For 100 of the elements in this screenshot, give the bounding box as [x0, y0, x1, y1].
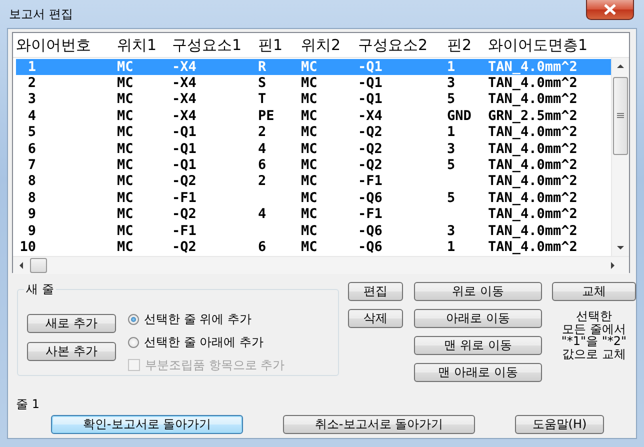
radio-button[interactable]: [128, 314, 139, 324]
table-cell: 7: [28, 158, 36, 174]
table-cell: 1: [447, 60, 456, 75]
radio-button[interactable]: [128, 336, 139, 348]
table-cell: -Q6: [358, 240, 382, 255]
replace-note: 선택한 모든 줄에서 "*1"을 "*2" 값으로 교체: [561, 310, 627, 360]
move-button[interactable]: 맨 아래로 이동: [414, 363, 542, 382]
replace-button[interactable]: 교체: [552, 282, 636, 301]
dialog-button[interactable]: 도움말(H): [515, 415, 604, 434]
table-cell: MC: [301, 158, 318, 174]
add-button[interactable]: 사본 추가: [27, 342, 116, 361]
table-cell: MC: [301, 174, 318, 190]
table-row[interactable]: 5 MC -Q1 2 MC -Q2 1 TAN_4.0mm^2: [16, 124, 611, 141]
horizontal-scrollbar[interactable]: [13, 256, 629, 274]
table-cell: -Q2: [358, 125, 382, 140]
table-cell: 1: [447, 240, 456, 255]
table-cell: 3: [28, 92, 36, 108]
scroll-thumb[interactable]: [613, 77, 628, 155]
table-cell: -Q1: [358, 60, 382, 75]
column-header[interactable]: 핀2: [447, 36, 472, 54]
dialog-button[interactable]: 확인-보고서로 돌아가기: [51, 415, 243, 434]
column-header[interactable]: 구성요소1: [172, 36, 242, 54]
table-cell: -Q2: [172, 207, 196, 222]
table-cell: T: [258, 92, 266, 108]
close-icon: [604, 4, 616, 15]
column-header[interactable]: 와이어번호: [16, 36, 91, 54]
option-label[interactable]: 선택한 줄 위에 추가: [144, 310, 252, 328]
table-cell: -F1: [358, 207, 382, 222]
table-cell: TAN_4.0mm^2: [488, 240, 578, 255]
table-cell: 5: [447, 92, 456, 108]
table-cell: MC: [301, 142, 318, 157]
table-cell: MC: [117, 60, 134, 75]
table-cell: 8: [28, 174, 36, 190]
table-cell: 4: [258, 142, 266, 157]
table-cell: 4: [258, 207, 266, 222]
table-cell: 3: [447, 142, 456, 157]
table-cell: -F1: [172, 190, 196, 206]
table-row[interactable]: 2 MC -X4 S MC -Q1 3 TAN_4.0mm^2: [16, 75, 611, 92]
scroll-thumb[interactable]: [30, 258, 47, 273]
table-cell: -F1: [172, 224, 196, 239]
table-cell: R: [258, 60, 266, 75]
table-row[interactable]: 9 MC -Q2 4 MC -F1 TAN_4.0mm^2: [16, 206, 611, 223]
grip-icon[interactable]: [617, 113, 624, 118]
up-arrow-icon[interactable]: [617, 64, 624, 68]
table-cell: -Q6: [358, 190, 382, 206]
vertical-scrollbar[interactable]: [611, 58, 629, 256]
table-cell: 6: [258, 158, 266, 174]
column-header[interactable]: 구성요소2: [358, 36, 428, 54]
table-cell: MC: [301, 207, 318, 222]
table-cell: MC: [117, 92, 134, 108]
status-text: 줄 1: [16, 396, 40, 412]
table-row[interactable]: 9 MC -F1 MC -Q6 3 TAN_4.0mm^2: [16, 222, 611, 240]
table-cell: TAN_4.0mm^2: [488, 190, 578, 206]
group-title: 새 줄: [25, 281, 55, 298]
move-button[interactable]: 위로 이동: [414, 282, 542, 301]
left-arrow-icon[interactable]: [20, 262, 23, 269]
table-row[interactable]: 4 MC -X4 PE MC -X4 GND GRN_2.5mm^2: [16, 108, 611, 125]
table-cell: 6: [28, 142, 36, 157]
right-arrow-icon[interactable]: [611, 262, 614, 269]
table-cell: 6: [258, 240, 266, 255]
table-cell: 9: [28, 224, 36, 239]
table-cell: TAN_4.0mm^2: [488, 207, 578, 222]
column-header[interactable]: 핀1: [258, 36, 283, 54]
table-cell: MC: [117, 108, 134, 124]
window-title: 보고서 편집: [9, 6, 73, 23]
column-header[interactable]: 와이어도면층1: [488, 36, 588, 54]
table-cell: MC: [117, 158, 134, 174]
table-cell: S: [258, 76, 266, 92]
table-cell: 5: [447, 190, 456, 206]
table-row[interactable]: 3 MC -X4 T MC -Q1 5 TAN_4.0mm^2: [16, 92, 611, 108]
add-button[interactable]: 새로 추가: [27, 314, 116, 333]
edit-button[interactable]: 삭제: [348, 309, 403, 328]
close-button[interactable]: [586, 0, 634, 20]
down-arrow-icon[interactable]: [617, 246, 624, 250]
table-cell: MC: [301, 108, 318, 124]
edit-button[interactable]: 편집: [348, 282, 403, 301]
option-label[interactable]: 선택한 줄 아래에 추가: [144, 334, 264, 350]
table-row[interactable]: 6 MC -Q1 4 MC -Q2 3 TAN_4.0mm^2: [16, 140, 611, 158]
table-cell: -Q1: [172, 125, 196, 140]
column-header[interactable]: 위치1: [117, 36, 157, 54]
dialog-button[interactable]: 취소-보고서로 돌아가기: [283, 415, 475, 434]
table-cell: MC: [117, 76, 134, 92]
table-cell: MC: [117, 207, 134, 222]
table-cell: 2: [258, 125, 266, 140]
table-cell: 8: [28, 190, 36, 206]
table-cell: -Q6: [358, 224, 382, 239]
table-row[interactable]: 8 MC -Q2 2 MC -F1 TAN_4.0mm^2: [16, 174, 611, 190]
table-cell: MC: [301, 60, 318, 75]
table-cell: MC: [117, 240, 134, 255]
table-row[interactable]: 10 MC -Q2 6 MC -Q6 1 TAN_4.0mm^2: [16, 239, 611, 256]
table-cell: -X4: [172, 76, 196, 92]
move-button[interactable]: 아래로 이동: [414, 309, 542, 328]
column-header[interactable]: 위치2: [301, 36, 341, 54]
table-cell: MC: [117, 142, 134, 157]
table-cell: GRN_2.5mm^2: [488, 108, 578, 124]
table-row[interactable]: 7 MC -Q1 6 MC -Q2 5 TAN_4.0mm^2: [16, 157, 611, 174]
table-cell: MC: [301, 224, 318, 239]
move-button[interactable]: 맨 위로 이동: [414, 336, 542, 355]
table-row[interactable]: 8 MC -F1 MC -Q6 5 TAN_4.0mm^2: [16, 190, 611, 207]
table-cell: MC: [301, 76, 318, 92]
